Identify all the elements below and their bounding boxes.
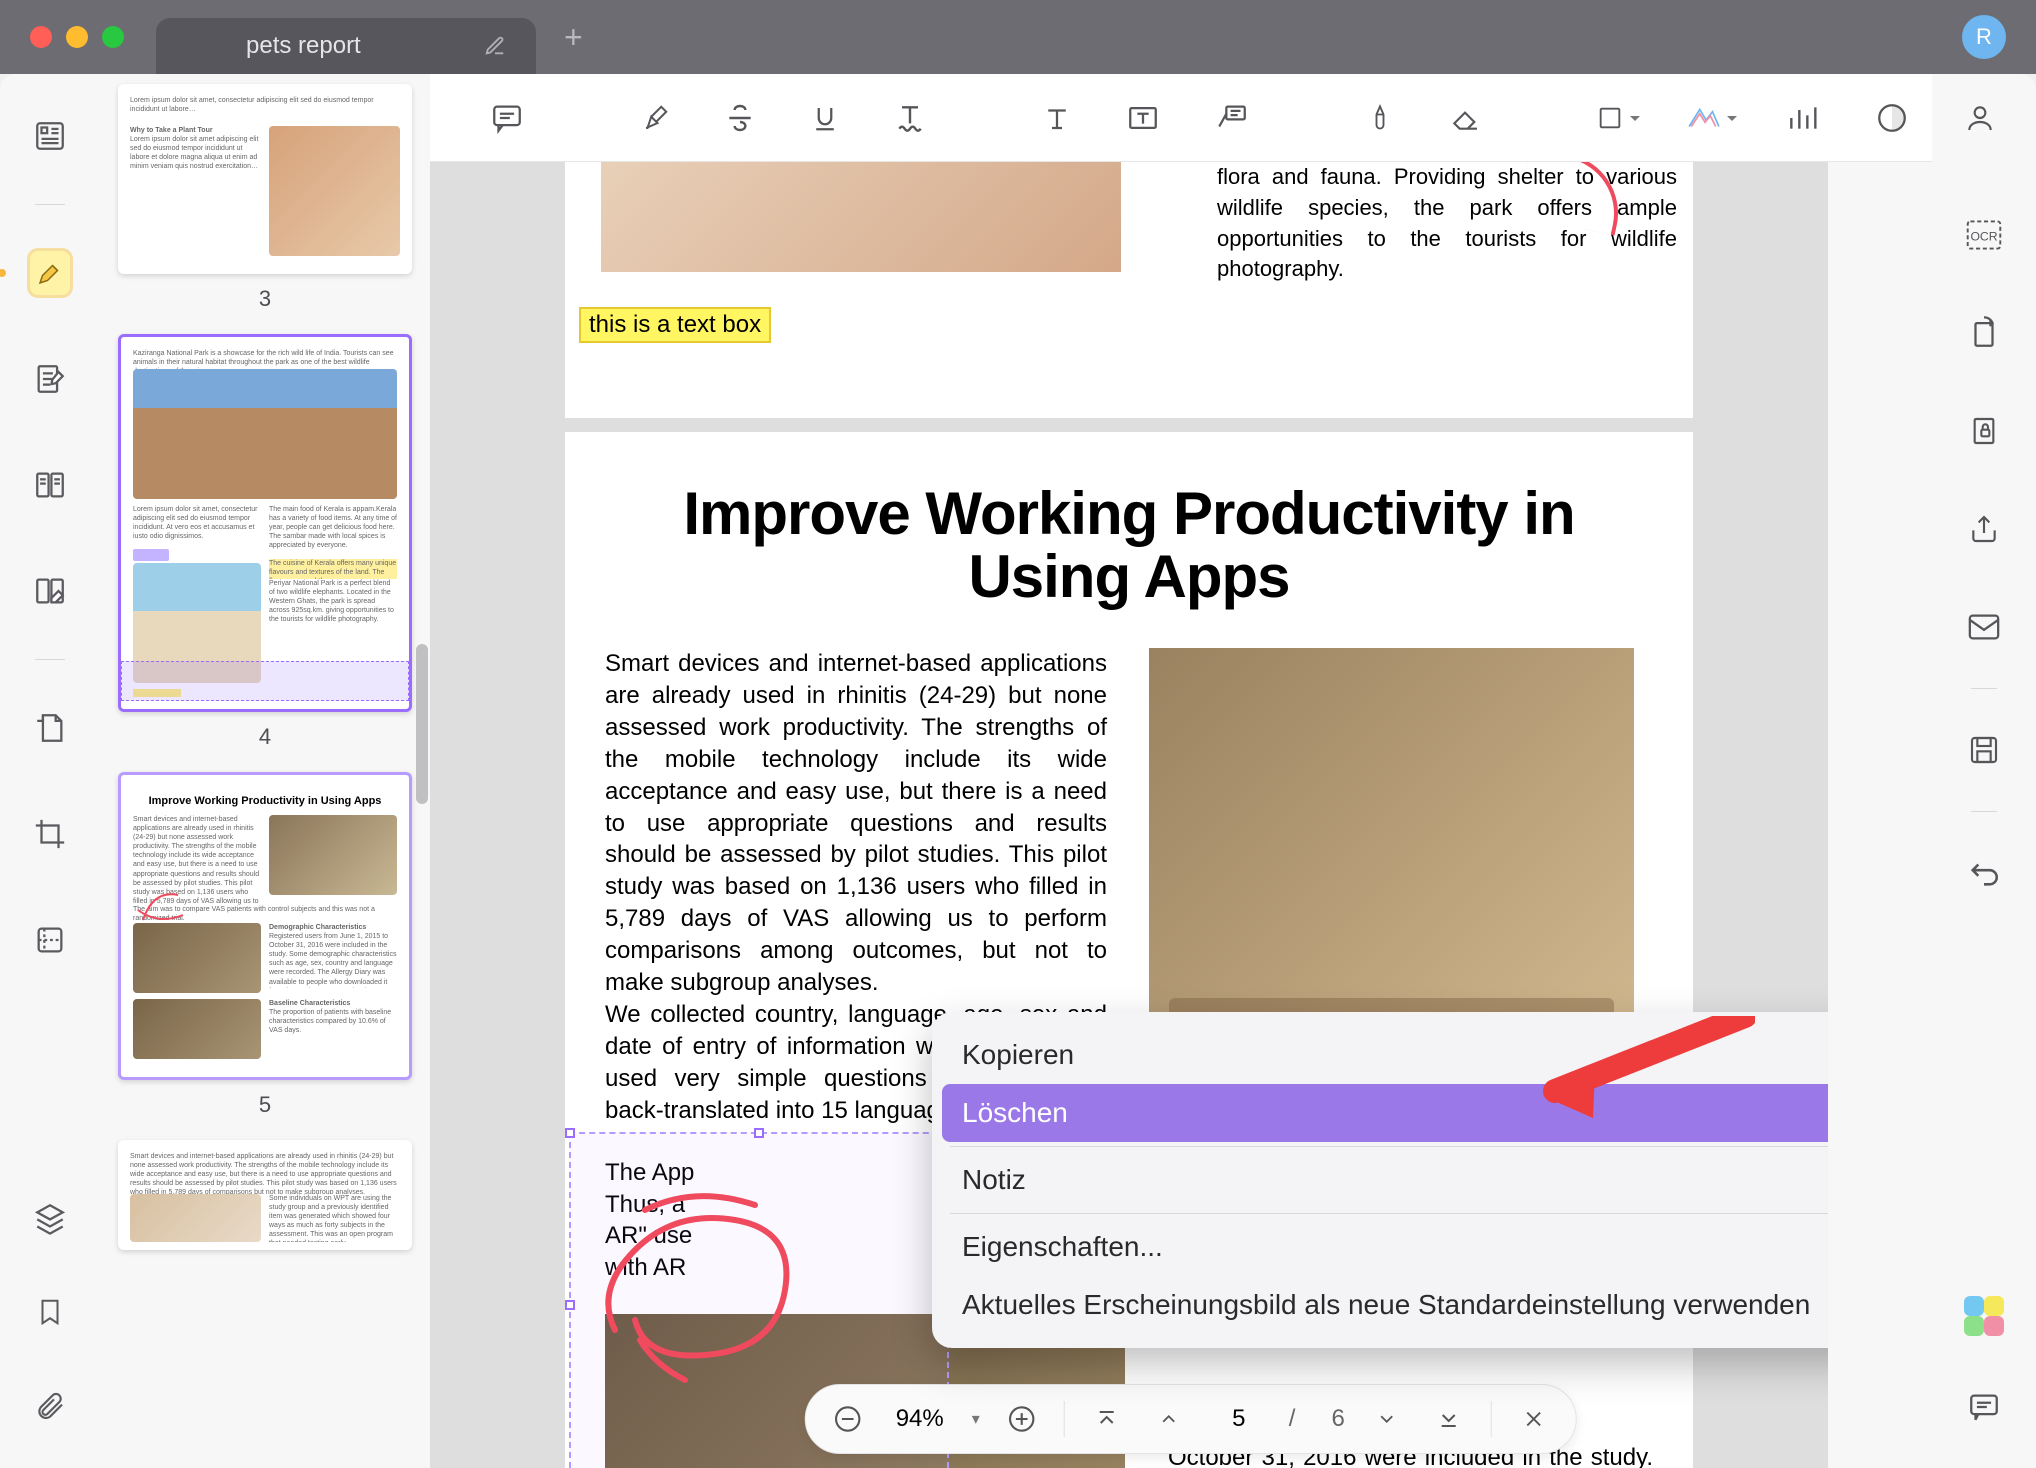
- window-controls: [30, 26, 124, 48]
- undo-icon[interactable]: [1963, 852, 2005, 894]
- page-navigation-bar: 94% ▾ / 6: [805, 1384, 1577, 1454]
- text-box-icon[interactable]: [1126, 98, 1160, 138]
- zoom-dropdown-caret[interactable]: ▾: [972, 1409, 980, 1429]
- ctx-set-default[interactable]: Aktuelles Erscheinungsbild als neue Stan…: [932, 1276, 1828, 1334]
- bookmark-icon[interactable]: [30, 1290, 70, 1334]
- form-fill-tool-icon[interactable]: [30, 569, 70, 613]
- page-heading: Improve Working Productivity in Using Ap…: [605, 482, 1653, 608]
- document-viewer: this is a text box flora and fauna. Prov…: [430, 162, 1828, 1468]
- tab-title: pets report: [246, 32, 361, 60]
- total-pages: 6: [1331, 1405, 1344, 1433]
- ctx-properties[interactable]: Eigenschaften...: [932, 1218, 1828, 1276]
- strikethrough-icon[interactable]: [724, 98, 756, 138]
- page-separator: /: [1289, 1405, 1296, 1433]
- thumb-label-4: 4: [118, 724, 412, 750]
- underline-icon[interactable]: [810, 98, 840, 138]
- left-tool-rail: [0, 74, 100, 1468]
- scan-tool-icon[interactable]: [30, 918, 70, 962]
- layers-icon[interactable]: [30, 1196, 70, 1240]
- close-window[interactable]: [30, 26, 52, 48]
- next-page-button[interactable]: [1367, 1399, 1407, 1439]
- ctx-note[interactable]: Notiz: [932, 1151, 1828, 1209]
- zoom-in-button[interactable]: [1002, 1399, 1042, 1439]
- zoom-out-button[interactable]: [828, 1399, 868, 1439]
- add-tab-button[interactable]: +: [564, 19, 583, 56]
- zoom-value[interactable]: 94%: [890, 1405, 950, 1433]
- attachment-icon[interactable]: [30, 1384, 70, 1428]
- user-avatar[interactable]: R: [1962, 15, 2006, 59]
- titlebar: pets report + R: [0, 0, 2036, 74]
- page-4-bottom: this is a text box flora and fauna. Prov…: [565, 162, 1693, 418]
- annotate-tool-icon[interactable]: [30, 357, 70, 401]
- rename-tab-icon[interactable]: [484, 35, 506, 57]
- prev-page-button[interactable]: [1149, 1399, 1189, 1439]
- page4-paragraph: flora and fauna. Providing shelter to va…: [1217, 162, 1677, 285]
- notes-panel-icon[interactable]: [1963, 1386, 2005, 1428]
- thumb-label-3: 3: [118, 286, 412, 312]
- thumbnail-page-3[interactable]: Lorem ipsum dolor sit amet, consectetur …: [118, 84, 412, 274]
- inline-image-office: [1149, 648, 1634, 1058]
- callout-icon[interactable]: [1214, 98, 1250, 138]
- email-icon[interactable]: [1963, 606, 2005, 648]
- thumbnail-panel: Lorem ipsum dolor sit amet, consectetur …: [100, 74, 430, 1468]
- first-page-button[interactable]: [1087, 1399, 1127, 1439]
- document-tab[interactable]: pets report: [156, 18, 536, 74]
- last-page-button[interactable]: [1429, 1399, 1469, 1439]
- reader-view-icon[interactable]: [30, 463, 70, 507]
- text-box-annotation[interactable]: this is a text box: [579, 307, 771, 343]
- ink-scribble-annotation[interactable]: [585, 1180, 815, 1390]
- appearance-icon[interactable]: [1872, 98, 1912, 138]
- chart-tool-icon[interactable]: [1786, 98, 1818, 138]
- maximize-window[interactable]: [102, 26, 124, 48]
- eraser-tool-icon[interactable]: [1448, 98, 1482, 138]
- app-logo-icon[interactable]: [1964, 1296, 2004, 1336]
- ocr-icon[interactable]: OCR: [1963, 214, 2005, 256]
- current-page-input[interactable]: [1211, 1405, 1267, 1433]
- right-tool-rail: OCR: [1932, 74, 2036, 1468]
- stamp-tool-dropdown[interactable]: [1692, 98, 1732, 138]
- thumb-label-5: 5: [118, 1092, 412, 1118]
- thumbnail-page-6[interactable]: Smart devices and internet-based applica…: [118, 1140, 412, 1250]
- page-edit-icon[interactable]: [30, 706, 70, 750]
- comment-tool-icon[interactable]: [490, 98, 524, 138]
- encrypt-icon[interactable]: [1963, 410, 2005, 452]
- close-nav-button[interactable]: [1514, 1399, 1554, 1439]
- page4-image: [601, 162, 1121, 272]
- text-highlight-icon[interactable]: [640, 98, 670, 138]
- squiggly-underline-icon[interactable]: [894, 98, 926, 138]
- rotate-page-icon[interactable]: [1963, 312, 2005, 354]
- annotation-toolbar: [430, 74, 1932, 162]
- thumbnail-scrollbar[interactable]: [416, 644, 428, 804]
- text-tool-icon[interactable]: [1042, 98, 1072, 138]
- crop-tool-icon[interactable]: [30, 812, 70, 856]
- highlighter-tool-icon[interactable]: [30, 251, 70, 295]
- save-icon[interactable]: [1963, 729, 2005, 771]
- thumbnails-panel-icon[interactable]: [30, 114, 70, 158]
- pen-tool-icon[interactable]: [1366, 98, 1394, 138]
- shape-tool-dropdown[interactable]: [1598, 98, 1638, 138]
- minimize-window[interactable]: [66, 26, 88, 48]
- thumbnail-page-4[interactable]: Kaziranga National Park is a showcase fo…: [118, 334, 412, 712]
- tutorial-arrow-icon: [1535, 1016, 1755, 1126]
- share-icon[interactable]: [1963, 508, 2005, 550]
- svg-text:OCR: OCR: [1970, 229, 1997, 243]
- thumbnail-page-5[interactable]: Improve Working Productivity in Using Ap…: [118, 772, 412, 1080]
